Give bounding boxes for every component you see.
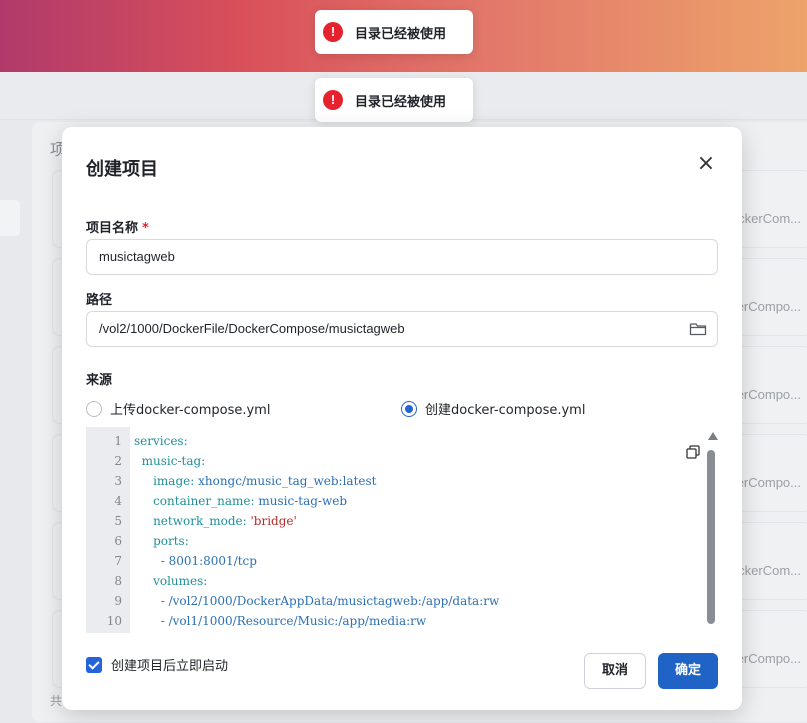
- code-text: - /vol2/1000/DockerAppData/musictagweb:/…: [134, 591, 500, 611]
- code-text: container_name: music-tag-web: [134, 491, 347, 511]
- line-number: 7: [114, 554, 122, 568]
- code-text: network_mode: 'bridge': [134, 511, 297, 531]
- exclamation-circle-icon: !: [323, 90, 343, 110]
- cancel-button[interactable]: 取消: [584, 653, 646, 689]
- copy-icon[interactable]: [686, 445, 700, 459]
- scroll-thumb[interactable]: [707, 450, 715, 624]
- project-card-path: ckerCom...: [738, 211, 801, 226]
- yaml-value: - /vol1/1000/Resource/Music:/app/media:r…: [160, 614, 427, 628]
- path-label: 路径: [86, 293, 113, 308]
- code-line: 9 - /vol2/1000/DockerAppData/musictagweb…: [86, 591, 686, 611]
- toast-message: 目录已经被使用: [355, 26, 447, 42]
- error-toast: ! 目录已经被使用: [315, 78, 473, 122]
- yaml-key: network_mode:: [153, 514, 247, 528]
- yaml-key: volumes:: [153, 574, 208, 588]
- code-line: 6 ports:: [86, 531, 686, 551]
- autostart-option[interactable]: 创建项目后立即启动: [86, 655, 228, 674]
- code-text: image: xhongc/music_tag_web:latest: [134, 471, 376, 491]
- code-line: 2 music-tag:: [86, 451, 686, 471]
- error-toast: ! 目录已经被使用: [315, 10, 473, 54]
- yaml-value: music-tag-web: [254, 494, 348, 508]
- code-line: 1 services:: [86, 431, 686, 451]
- yaml-key: services:: [134, 434, 188, 448]
- code-text: music-tag:: [134, 451, 206, 471]
- radio-upload[interactable]: [86, 400, 102, 417]
- radio-create[interactable]: [401, 400, 417, 417]
- yaml-key: music-tag:: [141, 454, 206, 468]
- compose-code-editor[interactable]: 1 services: 2 music-tag: 3 image: xhongc/mu…: [86, 427, 718, 633]
- source-option-create-label: 创建docker-compose.yml: [425, 403, 586, 418]
- line-number: 5: [114, 514, 122, 528]
- yaml-key: ports:: [153, 534, 189, 548]
- line-number: 1: [114, 434, 122, 448]
- dialog-title: 创建项目: [86, 159, 158, 180]
- code-line: 4 container_name: music-tag-web: [86, 491, 686, 511]
- yaml-value: 'bridge': [246, 514, 297, 528]
- project-name-input[interactable]: musictagweb: [86, 239, 718, 275]
- yaml-value: xhongc/music_tag_web:latest: [194, 474, 377, 488]
- path-input[interactable]: /vol2/1000/DockerFile/DockerCompose/musi…: [86, 311, 718, 347]
- code-line: 5 network_mode: 'bridge': [86, 511, 686, 531]
- line-number: 4: [114, 494, 122, 508]
- project-card-path: ckerCom...: [738, 563, 801, 578]
- line-number: 10: [106, 614, 122, 628]
- code-line: 10 - /vol1/1000/Resource/Music:/app/medi…: [86, 611, 686, 631]
- source-option-create[interactable]: 创建docker-compose.yml: [401, 399, 585, 418]
- code-text: volumes:: [134, 571, 207, 591]
- line-number: 2: [114, 454, 122, 468]
- yaml-key: container_name:: [153, 494, 255, 508]
- project-name-label-text: 项目名称: [86, 221, 139, 236]
- folder-icon[interactable]: [689, 321, 707, 337]
- code-text: ports:: [134, 531, 189, 551]
- line-number: 6: [114, 534, 122, 548]
- code-line: 3 image: xhongc/music_tag_web:latest: [86, 471, 686, 491]
- editor-scrollbar[interactable]: [705, 432, 718, 627]
- sidebar-active-tab[interactable]: [0, 200, 20, 236]
- line-number: 9: [114, 594, 122, 608]
- required-mark: *: [142, 221, 149, 236]
- project-list-footer: 共: [50, 694, 63, 708]
- source-option-upload[interactable]: 上传docker-compose.yml: [86, 399, 270, 418]
- yaml-value: - /vol2/1000/DockerAppData/musictagweb:/…: [160, 594, 500, 608]
- path-value: /vol2/1000/DockerFile/DockerCompose/musi…: [99, 321, 405, 336]
- toast-message: 目录已经被使用: [355, 94, 447, 110]
- project-name-label: 项目名称 *: [86, 217, 149, 236]
- line-number: 3: [114, 474, 122, 488]
- code-line: 7 - 8001:8001/tcp: [86, 551, 686, 571]
- autostart-checkbox[interactable]: [86, 656, 102, 673]
- code-text: - 8001:8001/tcp: [134, 551, 257, 571]
- line-number: 8: [114, 574, 122, 588]
- exclamation-circle-icon: !: [323, 22, 343, 42]
- create-project-dialog: 创建项目 × 项目名称 * musictagweb 路径 /vol2/1000/D…: [62, 127, 742, 710]
- code-line: 8 volumes:: [86, 571, 686, 591]
- close-icon[interactable]: ×: [696, 153, 716, 175]
- autostart-label: 创建项目后立即启动: [111, 659, 229, 674]
- code-text: - /vol1/1000/Resource/Music:/app/media:r…: [134, 611, 426, 631]
- scroll-up-arrow-icon[interactable]: [708, 432, 718, 440]
- yaml-value: - 8001:8001/tcp: [160, 554, 257, 568]
- yaml-key: image:: [153, 474, 195, 488]
- confirm-button[interactable]: 确定: [658, 653, 718, 689]
- source-option-upload-label: 上传docker-compose.yml: [110, 403, 271, 418]
- code-text: services:: [134, 431, 188, 451]
- source-label: 来源: [86, 373, 113, 388]
